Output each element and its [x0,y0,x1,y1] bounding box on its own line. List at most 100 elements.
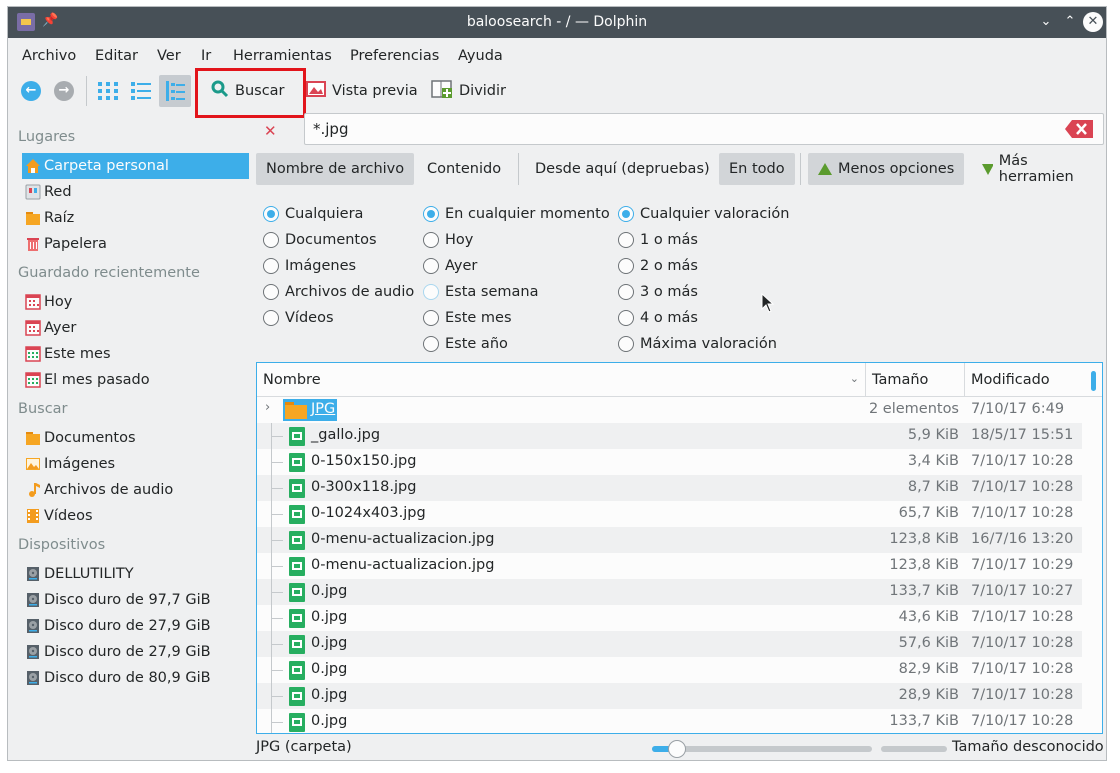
type-filter-option[interactable]: Archivos de audio [263,279,414,305]
column-name-header[interactable]: Nombre ⌄ [257,363,865,397]
file-row[interactable]: 0-300x118.jpg 8,7 KiB 7/10/17 10:28 [257,475,1082,501]
sidebar-item[interactable]: Hoy [22,289,249,315]
sidebar-item[interactable]: Vídeos [22,503,249,529]
sidebar-item[interactable]: Raíz [22,205,249,231]
column-size-header[interactable]: Tamaño [866,363,964,397]
rating-filter-option[interactable]: 4 o más [618,305,698,331]
sidebar-item[interactable]: DELLUTILITY [22,561,249,587]
more-tools-button[interactable]: Más herramien [972,153,1106,185]
from-here-toggle[interactable]: Desde aquí (depruebas) [525,153,720,185]
file-row[interactable]: 0.jpg 133,7 KiB 7/10/17 10:28 [257,709,1082,733]
maximize-icon[interactable]: ⌃ [1060,12,1080,32]
date-filter-option[interactable]: Este año [423,331,508,357]
menu-preferencias[interactable]: Preferencias [350,48,439,64]
radio-button[interactable] [618,258,634,274]
rating-filter-option[interactable]: 2 o más [618,253,698,279]
file-row[interactable]: 0-1024x403.jpg 65,7 KiB 7/10/17 10:28 [257,501,1082,527]
search-button[interactable]: Buscar [211,75,285,107]
minimize-icon[interactable]: ⌄ [1036,12,1056,32]
radio-button[interactable] [263,310,279,326]
file-row[interactable]: 0.jpg 43,6 KiB 7/10/17 10:28 [257,605,1082,631]
preview-button[interactable]: Vista previa [306,75,418,107]
type-filter-option[interactable]: Vídeos [263,305,334,331]
radio-button[interactable] [618,232,634,248]
sidebar-item[interactable]: Disco duro de 27,9 GiB [22,639,249,665]
type-filter-option[interactable]: Documentos [263,227,377,253]
radio-button[interactable] [263,258,279,274]
less-options-button[interactable]: Menos opciones [808,153,965,185]
rating-filter-option[interactable]: 3 o más [618,279,698,305]
radio-button[interactable] [423,258,439,274]
radio-button[interactable] [423,310,439,326]
sidebar-item[interactable]: Este mes [22,341,249,367]
expand-chevron-icon[interactable]: › [265,400,270,415]
forward-arrow-icon[interactable]: → [54,81,74,101]
radio-button[interactable] [423,336,439,352]
sidebar-item[interactable]: Documentos [22,425,249,451]
radio-button[interactable] [423,284,439,300]
file-row[interactable]: 0-menu-actualizacion.jpg 123,8 KiB 7/10/17… [257,553,1082,579]
scrollbar-handle[interactable] [1091,371,1096,391]
radio-button[interactable] [263,284,279,300]
sidebar-item[interactable]: Ayer [22,315,249,341]
menu-archivo[interactable]: Archivo [22,48,76,64]
radio-button[interactable] [263,232,279,248]
clear-text-icon[interactable] [1065,120,1093,138]
column-modified-header[interactable]: Modificado [965,363,1082,397]
back-arrow-icon[interactable]: ← [21,81,41,101]
type-filter-option[interactable]: Imágenes [263,253,356,279]
sidebar-item[interactable]: Disco duro de 80,9 GiB [22,665,249,691]
sidebar-item[interactable]: Archivos de audio [22,477,249,503]
file-row[interactable]: › JPG 2 elementos 7/10/17 6:49 [257,397,1082,423]
radio-button[interactable] [423,206,439,222]
date-filter-option[interactable]: Este mes [423,305,512,331]
radio-button[interactable] [618,284,634,300]
file-row[interactable]: 0.jpg 82,9 KiB 7/10/17 10:28 [257,657,1082,683]
sidebar-item[interactable]: Imágenes [22,451,249,477]
menu-ir[interactable]: Ir [201,48,211,64]
radio-button[interactable] [618,310,634,326]
menu-editar[interactable]: Editar [95,48,138,64]
date-filter-option[interactable]: Esta semana [423,279,538,305]
file-row[interactable]: 0.jpg 57,6 KiB 7/10/17 10:28 [257,631,1082,657]
sidebar-item[interactable]: Red [22,179,249,205]
radio-button[interactable] [618,206,634,222]
sidebar-item[interactable]: Disco duro de 97,7 GiB [22,587,249,613]
rating-filter-option[interactable]: Máxima valoración [618,331,777,357]
menu-ver[interactable]: Ver [157,48,181,64]
type-filter-option[interactable]: Cualquiera [263,201,363,227]
zoom-slider-handle[interactable] [668,740,686,758]
compact-view-icon[interactable] [125,75,157,107]
menu-ayuda[interactable]: Ayuda [458,48,503,64]
file-row[interactable]: 0-150x150.jpg 3,4 KiB 7/10/17 10:28 [257,449,1082,475]
sidebar-item[interactable]: Carpeta personal [22,153,249,179]
zoom-slider[interactable] [652,740,872,758]
close-icon[interactable]: ✕ [1083,12,1103,32]
file-list-view[interactable]: Nombre ⌄ Tamaño Modificado › JPG 2 element… [256,362,1103,734]
everywhere-toggle[interactable]: En todo [719,153,795,185]
rating-filter-option[interactable]: Cualquier valoración [618,201,789,227]
file-row[interactable]: _gallo.jpg 5,9 KiB 18/5/17 15:51 [257,423,1082,449]
date-filter-option[interactable]: Ayer [423,253,477,279]
radio-button[interactable] [263,206,279,222]
close-search-icon[interactable]: ✕ [264,122,277,140]
details-view-icon[interactable] [159,75,191,107]
date-filter-option[interactable]: Hoy [423,227,473,253]
sidebar-item[interactable]: El mes pasado [22,367,249,393]
split-button[interactable]: Dividir [431,75,506,107]
icons-view-icon[interactable] [92,75,124,107]
sidebar-item[interactable]: Disco duro de 27,9 GiB [22,613,249,639]
rating-filter-option[interactable]: 1 o más [618,227,698,253]
file-row[interactable]: 0.jpg 133,7 KiB 7/10/17 10:27 [257,579,1082,605]
radio-button[interactable] [423,232,439,248]
file-row[interactable]: 0.jpg 28,9 KiB 7/10/17 10:28 [257,683,1082,709]
menu-herramientas[interactable]: Herramientas [233,48,332,64]
search-input[interactable]: *.jpg [304,113,1104,145]
radio-button[interactable] [618,336,634,352]
sidebar-item[interactable]: Papelera [22,231,249,257]
sort-chevron-icon[interactable]: ⌄ [850,372,859,385]
file-row[interactable]: 0-menu-actualizacion.jpg 123,8 KiB 16/7/16… [257,527,1082,553]
filename-toggle[interactable]: Nombre de archivo [256,153,415,185]
content-toggle[interactable]: Contenido [417,153,511,185]
date-filter-option[interactable]: En cualquier momento [423,201,610,227]
